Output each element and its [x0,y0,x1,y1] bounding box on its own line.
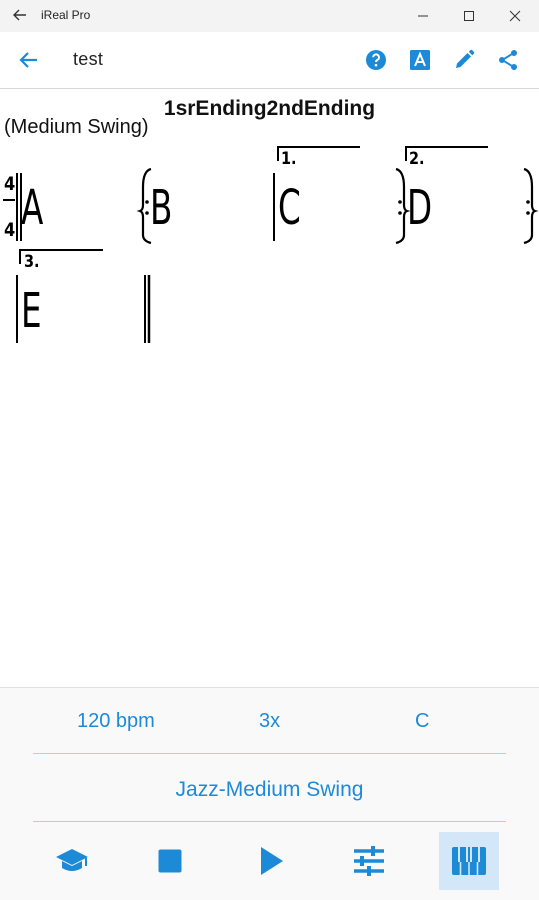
ending-2-label: 2. [409,149,425,169]
tempo-button[interactable]: 120 bpm [77,710,155,733]
share-button[interactable] [494,46,522,74]
graduation-cap-icon [56,849,88,871]
instrument-button[interactable] [439,832,499,890]
mixer-button[interactable] [339,832,399,890]
chord-d[interactable]: D [407,184,432,232]
pencil-icon [456,49,475,68]
player-panel: 120 bpm 3x C Jazz-Medium Swing [0,687,539,900]
sliders-icon [354,846,384,876]
piano-keys-icon [452,847,486,875]
divider [33,821,506,822]
chord-b[interactable]: B [150,184,172,232]
practice-button[interactable] [42,832,102,890]
window-back-icon[interactable] [10,5,30,25]
play-icon [261,847,283,875]
repeats-button[interactable]: 3x [259,710,280,733]
edit-button[interactable] [450,46,478,74]
barlines [3,146,539,343]
share-icon [499,50,517,70]
close-button[interactable] [492,0,538,32]
ending-3-label: 3. [24,252,40,272]
key-button[interactable]: C [415,710,429,733]
ending-1-label: 1. [281,149,297,169]
app-bar: test [0,32,539,89]
font-button[interactable] [406,46,434,74]
style-button[interactable]: Jazz-Medium Swing [0,778,539,802]
chord-a[interactable]: A [21,184,43,232]
song-name: test [73,49,104,69]
lead-sheet: 1srEnding2ndEnding (Medium Swing) 4 4 1.… [0,89,539,687]
window-title-bar: iReal Pro [0,0,539,32]
back-arrow-icon[interactable] [16,48,42,72]
help-icon [366,50,386,70]
minimize-button[interactable] [400,0,446,32]
play-button[interactable] [241,832,301,890]
window-title: iReal Pro [41,8,91,22]
help-button[interactable] [362,46,390,74]
maximize-button[interactable] [446,0,492,32]
chord-e[interactable]: E [21,287,42,335]
divider [33,753,506,754]
stop-icon [158,849,182,873]
font-a-icon [410,50,430,70]
chord-c[interactable]: C [278,184,301,232]
stop-button[interactable] [140,832,200,890]
